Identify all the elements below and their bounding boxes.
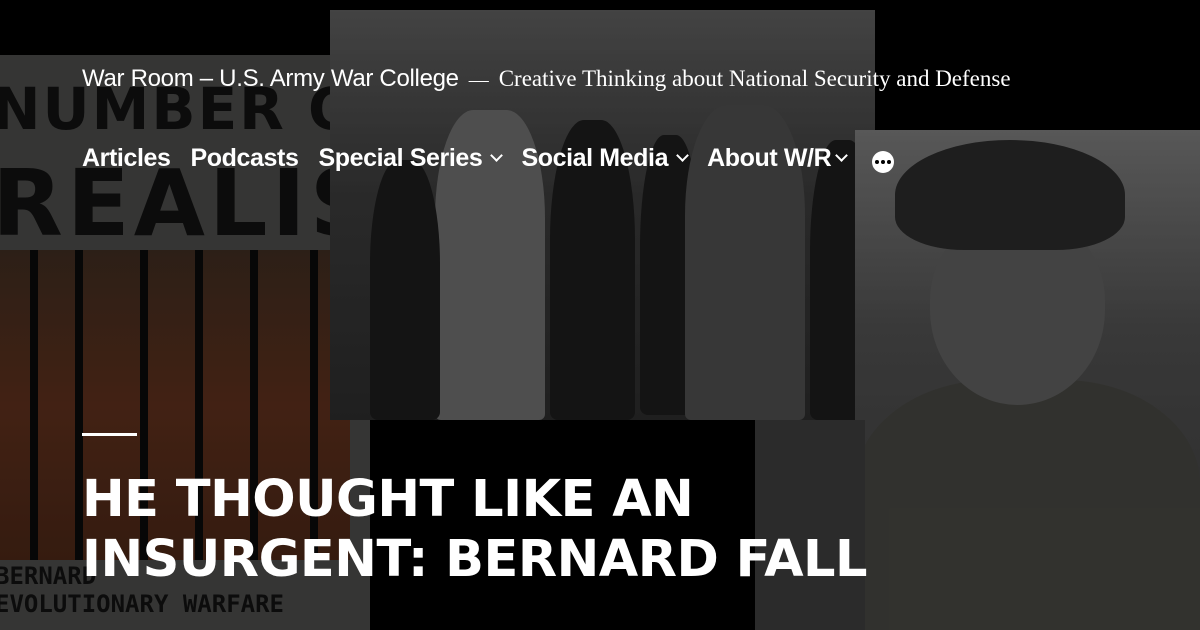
chevron-down-icon[interactable] bbox=[835, 148, 849, 162]
site-header: War Room – U.S. Army War College — Creativ… bbox=[82, 62, 1062, 97]
title-separator: — bbox=[468, 69, 489, 91]
nav-item-label: Special Series bbox=[318, 143, 483, 172]
dot bbox=[875, 160, 880, 164]
nav-item-label: Podcasts bbox=[190, 143, 299, 172]
nav-item-label: Articles bbox=[82, 143, 171, 172]
chevron-down-icon[interactable] bbox=[490, 148, 504, 162]
nav-item-articles[interactable]: Articles bbox=[82, 144, 171, 173]
nav-item-label: Social Media bbox=[521, 143, 669, 172]
nav-item-podcasts[interactable]: Podcasts bbox=[191, 144, 299, 173]
dot bbox=[887, 160, 892, 164]
site-title-link[interactable]: War Room – U.S. Army War College bbox=[82, 65, 459, 92]
article-headline: HE THOUGHT LIKE AN INSURGENT: BERNARD FA… bbox=[82, 470, 868, 589]
nav-item-label: About W/R bbox=[707, 143, 832, 172]
site-tagline: Creative Thinking about National Securit… bbox=[498, 66, 1011, 91]
ellipsis-icon[interactable] bbox=[872, 151, 895, 173]
nav-item-special-series[interactable]: Special Series bbox=[318, 143, 504, 173]
chevron-down-icon[interactable] bbox=[676, 148, 689, 162]
nav-item-social-media[interactable]: Social Media bbox=[521, 143, 689, 173]
primary-navigation: Articles Podcasts Special Series Social … bbox=[82, 140, 895, 176]
headline-separator bbox=[82, 433, 137, 436]
nav-item-about[interactable]: About W/R bbox=[707, 143, 849, 173]
dot bbox=[881, 160, 886, 164]
